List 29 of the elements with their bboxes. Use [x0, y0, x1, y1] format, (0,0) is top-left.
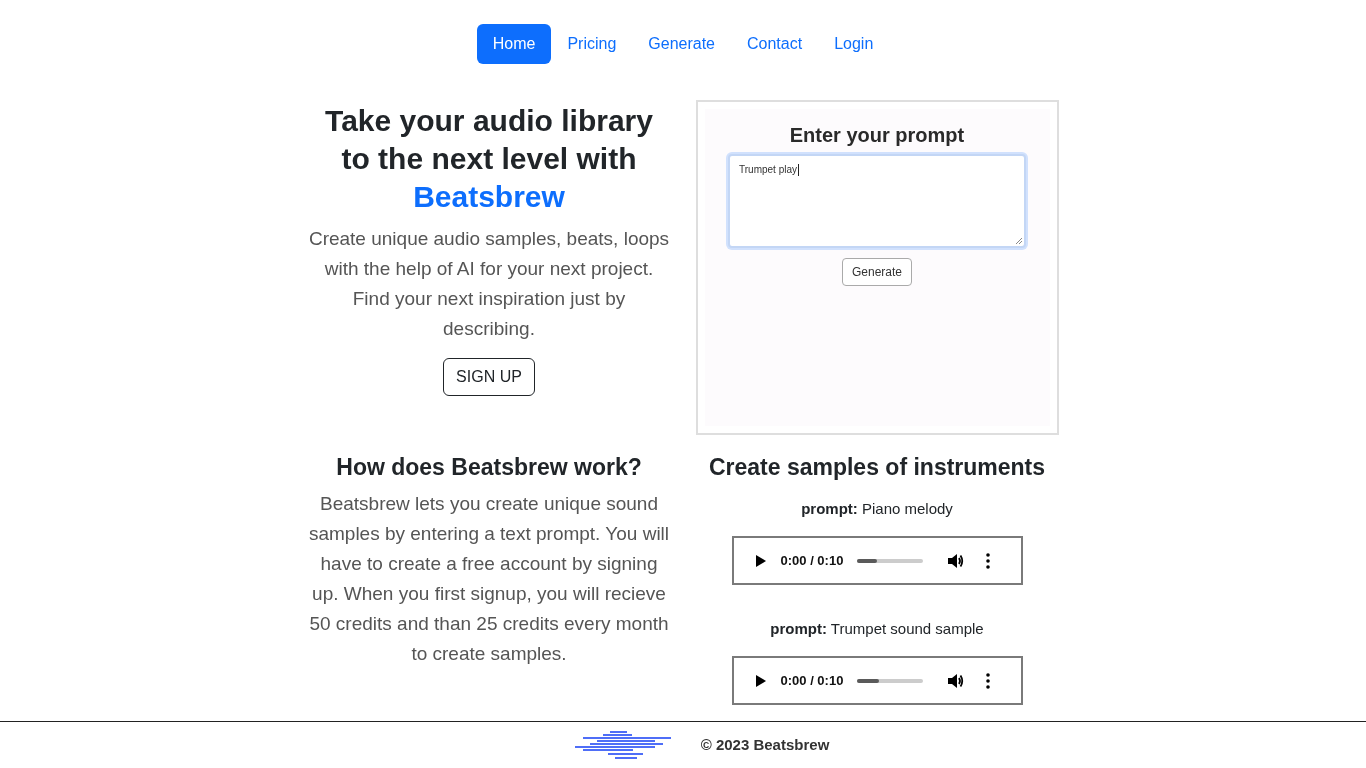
nav-link[interactable]: Generate — [632, 24, 731, 64]
section-heading: How does Beatsbrew work? — [336, 453, 642, 482]
prompt-field[interactable]: Trumpet play — [728, 154, 1026, 248]
nav-link[interactable]: Contact — [731, 24, 819, 64]
nav-link[interactable]: Pricing — [551, 24, 633, 64]
volume-icon[interactable] — [948, 672, 965, 689]
resize-grip-icon[interactable] — [1016, 238, 1022, 244]
nav-link[interactable]: Home — [476, 24, 552, 64]
audio-time: 0:00 / 0:10 — [780, 551, 844, 570]
more-options-icon[interactable] — [986, 672, 991, 689]
sample-prompt: prompt: Trumpet sound sample — [770, 619, 984, 639]
play-icon[interactable] — [755, 554, 766, 567]
hero-description: Create unique audio samples, beats, loops with the help of AI for your next project. Find your next inspiration just by describing. — [307, 227, 671, 341]
nav-link[interactable]: Login — [818, 24, 890, 64]
copyright-text: © 2023 Beatsbrew — [700, 734, 830, 755]
seek-track[interactable] — [857, 678, 924, 683]
sign-up-button[interactable]: SIGN UP — [443, 358, 535, 396]
audio-time: 0:00 / 0:10 — [780, 671, 844, 690]
more-options-icon[interactable] — [986, 552, 991, 569]
hero-heading: Take your audio library to the next level with Beatsbrew — [324, 103, 654, 215]
prompt-panel-title: Enter your prompt — [789, 123, 965, 147]
volume-icon[interactable] — [948, 552, 965, 569]
text-cursor-icon — [798, 164, 799, 176]
play-icon[interactable] — [755, 674, 766, 687]
generate-button[interactable]: Generate — [842, 258, 912, 286]
sample-prompt: prompt: Piano melody — [801, 499, 953, 519]
section-description: Beatsbrew lets you create unique sound samples by entering a text prompt. You will have to create a free account by signing up. When you first signup, you will recieve 50 credits and than 25 credits every month to create samples. — [307, 492, 671, 666]
section-heading: Create samples of instruments — [708, 453, 1046, 482]
seek-track[interactable] — [857, 558, 924, 563]
